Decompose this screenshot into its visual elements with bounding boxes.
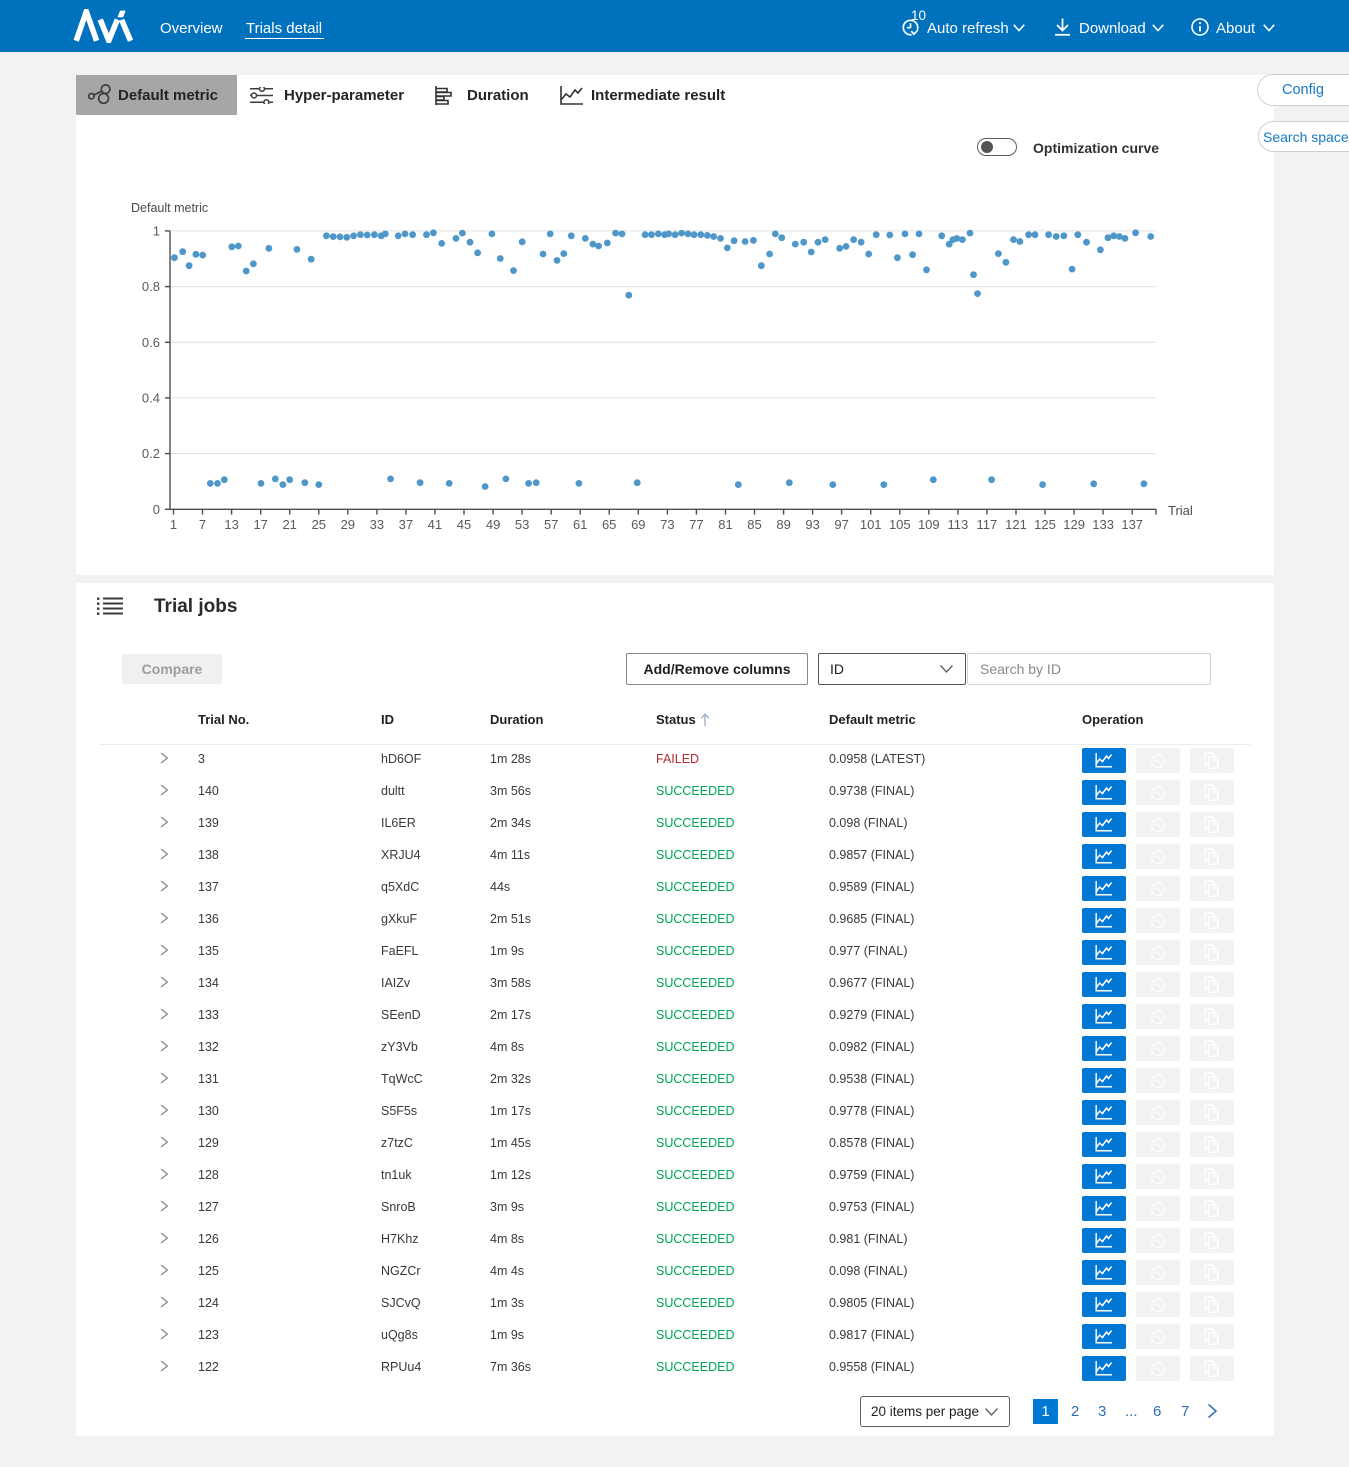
svg-text:1: 1 xyxy=(170,517,177,532)
svg-text:65: 65 xyxy=(602,517,616,532)
svg-text:33: 33 xyxy=(370,517,384,532)
svg-text:29: 29 xyxy=(341,517,355,532)
svg-text:69: 69 xyxy=(631,517,645,532)
svg-text:17: 17 xyxy=(253,517,267,532)
svg-text:129: 129 xyxy=(1063,517,1085,532)
svg-text:125: 125 xyxy=(1034,517,1056,532)
svg-text:109: 109 xyxy=(918,517,940,532)
svg-text:Default metric: Default metric xyxy=(131,201,208,215)
svg-text:93: 93 xyxy=(805,517,819,532)
svg-text:41: 41 xyxy=(428,517,442,532)
svg-text:0.8: 0.8 xyxy=(142,279,160,294)
svg-text:45: 45 xyxy=(457,517,471,532)
svg-text:0.2: 0.2 xyxy=(142,446,160,461)
svg-text:7: 7 xyxy=(199,517,206,532)
svg-text:137: 137 xyxy=(1121,517,1143,532)
svg-text:73: 73 xyxy=(660,517,674,532)
svg-text:57: 57 xyxy=(544,517,558,532)
svg-text:0.4: 0.4 xyxy=(142,390,160,405)
svg-text:133: 133 xyxy=(1092,517,1114,532)
svg-text:25: 25 xyxy=(312,517,326,532)
svg-text:101: 101 xyxy=(860,517,882,532)
svg-text:21: 21 xyxy=(282,517,296,532)
svg-text:85: 85 xyxy=(747,517,761,532)
svg-text:1: 1 xyxy=(153,223,160,238)
svg-text:0.6: 0.6 xyxy=(142,335,160,350)
svg-text:113: 113 xyxy=(948,517,969,532)
svg-text:77: 77 xyxy=(689,517,703,532)
svg-text:0: 0 xyxy=(153,502,160,517)
svg-text:Trial: Trial xyxy=(1168,503,1193,518)
svg-text:97: 97 xyxy=(834,517,848,532)
svg-text:121: 121 xyxy=(1005,517,1027,532)
svg-text:13: 13 xyxy=(224,517,238,532)
svg-text:105: 105 xyxy=(889,517,911,532)
svg-text:81: 81 xyxy=(718,517,732,532)
svg-text:117: 117 xyxy=(977,517,998,532)
svg-text:61: 61 xyxy=(573,517,587,532)
svg-text:89: 89 xyxy=(776,517,790,532)
svg-text:53: 53 xyxy=(515,517,529,532)
svg-text:37: 37 xyxy=(399,517,413,532)
svg-text:49: 49 xyxy=(486,517,500,532)
